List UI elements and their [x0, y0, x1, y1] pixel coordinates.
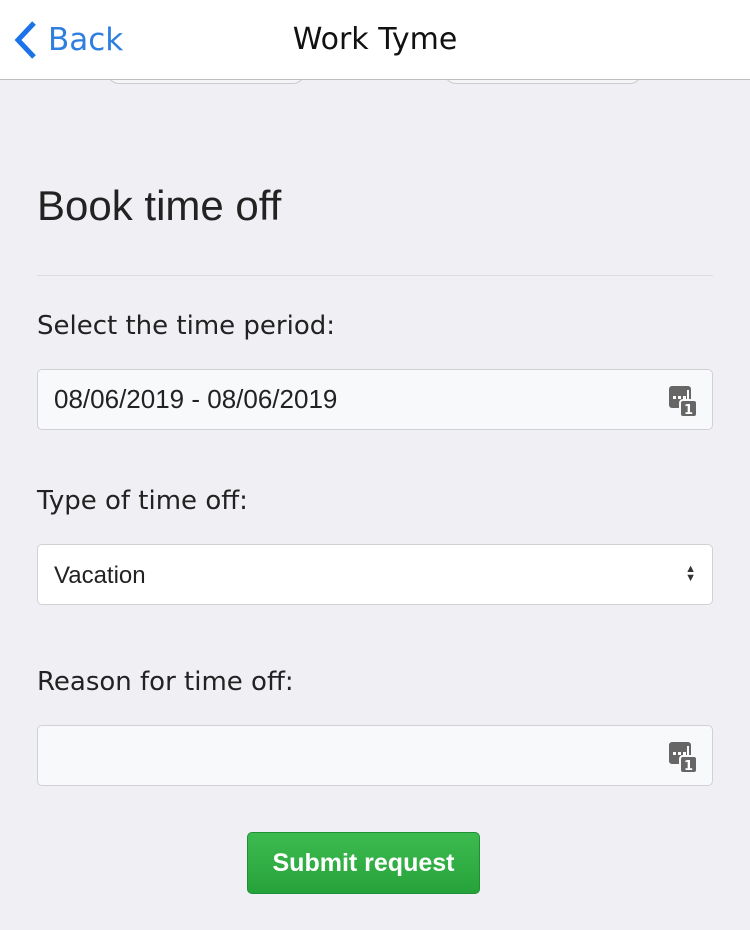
- nav-bar: Back Work Tyme: [0, 0, 750, 80]
- password-autofill-icon[interactable]: 1: [668, 384, 698, 418]
- svg-text:1: 1: [684, 759, 693, 774]
- period-label: Select the time period:: [37, 311, 335, 341]
- password-autofill-icon[interactable]: 1: [668, 740, 698, 774]
- reason-input[interactable]: 1: [37, 725, 713, 786]
- time-period-input[interactable]: 08/06/2019 - 08/06/2019 1: [37, 369, 713, 430]
- form-heading: Book time off: [37, 182, 282, 229]
- page-title: Work Tyme: [292, 22, 458, 57]
- reason-label: Reason for time off:: [37, 667, 294, 697]
- time-period-value: 08/06/2019 - 08/06/2019: [54, 384, 338, 414]
- divider: [37, 275, 713, 276]
- svg-text:1: 1: [684, 403, 693, 418]
- submit-request-button[interactable]: Submit request: [247, 832, 480, 894]
- time-off-type-select[interactable]: Vacation ▲ ▼: [37, 544, 713, 605]
- type-label: Type of time off:: [37, 486, 248, 516]
- up-down-arrows-icon: ▲ ▼: [685, 563, 696, 584]
- time-off-type-value: Vacation: [54, 562, 146, 589]
